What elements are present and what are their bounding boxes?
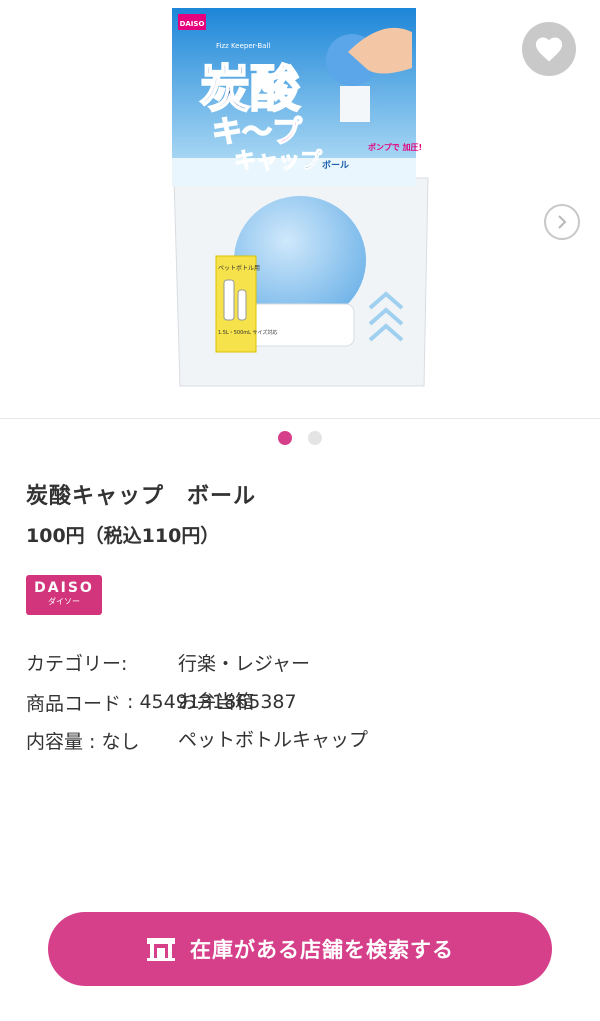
gallery-pagination <box>0 431 600 445</box>
store-search-label: 在庫がある店舗を検索する <box>190 938 454 962</box>
svg-text:DAISO: DAISO <box>180 20 205 28</box>
svg-text:ポンプで 加圧!: ポンプで 加圧! <box>368 142 422 152</box>
product-code-value: : 4549131865387 <box>127 691 297 713</box>
svg-text:キ〜プ: キ〜プ <box>212 115 303 150</box>
product-details: カテゴリー: 行楽・レジャー お弁当箱 ペットボトルキャップ 商品コード : 4… <box>26 645 368 759</box>
brand-badge-subtext: ダイソー <box>48 597 80 606</box>
category-item[interactable]: ペットボトルキャップ <box>178 721 368 759</box>
product-code-label: 商品コード <box>26 692 122 715</box>
svg-text:Fizz Keeper-Ball: Fizz Keeper-Ball <box>216 42 270 50</box>
favorite-button[interactable] <box>522 22 576 76</box>
chevron-right-icon <box>558 215 567 229</box>
store-search-button[interactable]: 在庫がある店舗を検索する <box>48 912 552 986</box>
svg-text:ペットボトル用: ペットボトル用 <box>218 264 260 272</box>
next-image-button[interactable] <box>544 204 580 240</box>
brand-badge-logo: DAISO <box>34 580 94 596</box>
svg-text:炭酸: 炭酸 <box>200 60 301 118</box>
product-image: DAISO Fizz Keeper-Ball 炭酸 キ〜プ キャップ ボール ポ… <box>172 8 429 387</box>
content-label: 内容量 <box>26 730 84 753</box>
product-image-gallery[interactable]: DAISO Fizz Keeper-Ball 炭酸 キ〜プ キャップ ボール ポ… <box>0 0 600 419</box>
pagination-dot-2[interactable] <box>308 431 322 445</box>
category-label: カテゴリー: <box>26 653 128 675</box>
content-value: : なし <box>89 730 140 753</box>
svg-text:ボール: ボール <box>322 159 349 171</box>
category-item[interactable]: 行楽・レジャー <box>178 645 368 683</box>
store-icon <box>146 936 176 962</box>
svg-text:1.5L・500mL サイズ対応: 1.5L・500mL サイズ対応 <box>218 329 277 336</box>
product-price: 100円（税込110円） <box>26 525 220 547</box>
pagination-dot-1[interactable] <box>278 431 292 445</box>
heart-icon <box>535 37 563 62</box>
product-title: 炭酸キャップ ボール <box>26 484 257 509</box>
brand-badge: DAISO ダイソー <box>26 575 102 615</box>
svg-text:キャップ: キャップ <box>234 149 323 174</box>
